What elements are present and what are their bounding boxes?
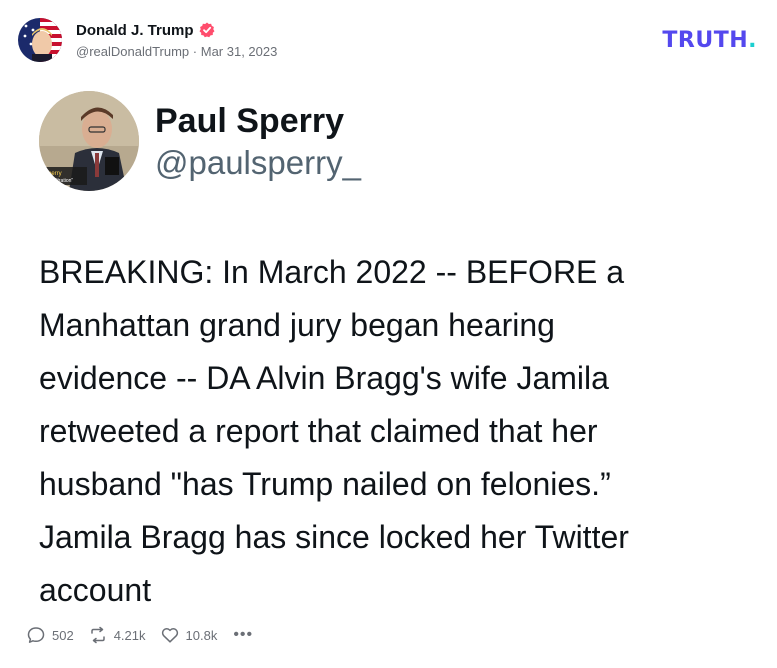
more-icon[interactable]: ••• bbox=[233, 626, 253, 644]
logo-text: TRUTH bbox=[662, 28, 749, 53]
action-bar: 502 4.21k 10.8k ••• bbox=[26, 625, 253, 645]
author-name[interactable]: Donald J. Trump bbox=[76, 22, 194, 39]
embedded-names: Paul Sperry @paulsperry_ bbox=[155, 101, 361, 183]
reply-icon bbox=[27, 627, 45, 643]
embedded-author-handle: @paulsperry_ bbox=[155, 144, 361, 181]
avatar-caption-line2: or, "Infiltration" bbox=[41, 178, 73, 184]
author-avatar[interactable] bbox=[18, 18, 62, 62]
reply-button[interactable]: 502 bbox=[26, 625, 74, 645]
retruth-button[interactable]: 4.21k bbox=[88, 625, 146, 645]
embedded-post-text: BREAKING: In March 2022 -- BEFORE a Manh… bbox=[39, 254, 629, 608]
embedded-author-name: Paul Sperry bbox=[155, 102, 344, 140]
verified-badge-icon bbox=[199, 22, 215, 38]
embedded-author: l Sperry or, "Infiltration" Paul Sperry … bbox=[39, 91, 361, 191]
like-icon bbox=[161, 628, 178, 643]
author-name-row: Donald J. Trump bbox=[76, 22, 277, 39]
author-handle[interactable]: @realDonaldTrump bbox=[76, 44, 189, 59]
meta-separator: · bbox=[192, 43, 198, 59]
avatar-caption-line1: l Sperry bbox=[41, 171, 62, 177]
retruth-count: 4.21k bbox=[113, 627, 146, 643]
post-header: Donald J. Trump @realDonaldTrump · Mar 3… bbox=[18, 18, 277, 62]
author-meta: Donald J. Trump @realDonaldTrump · Mar 3… bbox=[76, 22, 277, 59]
embedded-avatar: l Sperry or, "Infiltration" bbox=[39, 91, 139, 191]
retruth-icon bbox=[90, 626, 105, 644]
logo-dot: . bbox=[748, 28, 757, 53]
like-button[interactable]: 10.8k bbox=[160, 625, 218, 645]
reply-count: 502 bbox=[52, 627, 74, 643]
truth-logo[interactable]: TRUTH. bbox=[662, 28, 757, 53]
author-sub-line: @realDonaldTrump · Mar 31, 2023 bbox=[76, 44, 277, 59]
like-count: 10.8k bbox=[185, 627, 218, 643]
post-date[interactable]: Mar 31, 2023 bbox=[201, 44, 278, 59]
